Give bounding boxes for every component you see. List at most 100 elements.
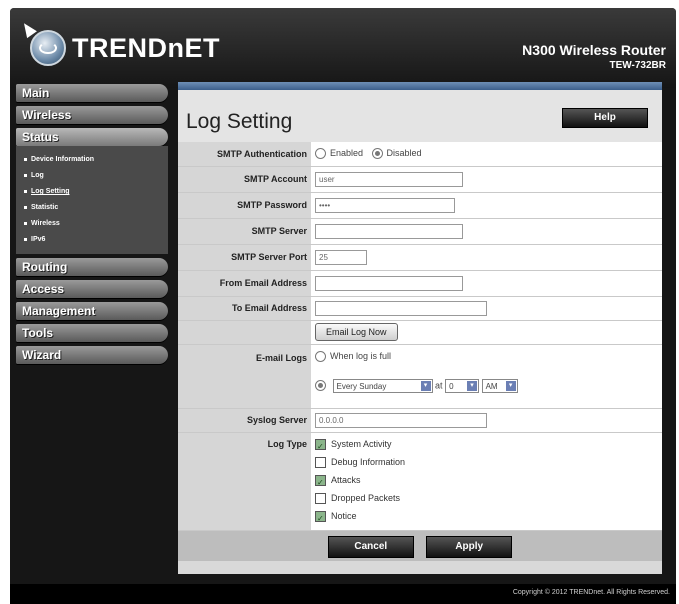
nav-management[interactable]: Management <box>16 302 168 320</box>
from-email-input[interactable] <box>315 275 463 291</box>
smtp-auth-label: SMTP Authentication <box>178 142 311 167</box>
schedule-ampm-select[interactable]: AM ▾ <box>481 378 518 393</box>
checkbox-icon[interactable] <box>315 510 326 528</box>
subnav-ipv6[interactable]: IPv6 <box>16 232 168 248</box>
smtp-account-input[interactable] <box>315 171 463 187</box>
row-log-type: Log Type System Activity Debug Informati… <box>178 432 662 531</box>
smtp-password-cell <box>311 192 662 219</box>
syslog-input[interactable] <box>315 412 487 428</box>
schedule-radio[interactable] <box>315 380 326 391</box>
nav-wizard[interactable]: Wizard <box>16 346 168 364</box>
row-from-email: From Email Address <box>178 270 662 297</box>
subnav-log[interactable]: Log <box>16 168 168 184</box>
checkbox-icon[interactable] <box>315 456 326 468</box>
nav-wireless[interactable]: Wireless <box>16 106 168 124</box>
logtype-system-activity[interactable]: System Activity <box>315 435 661 456</box>
logtype-label: Attacks <box>331 474 361 485</box>
smtp-server-cell <box>311 218 662 245</box>
from-email-label: From Email Address <box>178 270 311 297</box>
content-top-bar <box>178 82 662 90</box>
dropdown-arrow-icon: ▾ <box>505 380 516 391</box>
bullet-icon <box>24 157 27 161</box>
subnav-log-setting[interactable]: Log Setting <box>16 184 168 200</box>
schedule-hour-select[interactable]: 0 ▾ <box>445 378 480 393</box>
log-setting-form: SMTP Authentication Enabled Disabled SMT… <box>178 142 662 531</box>
footer: Copyright © 2012 TRENDnet. All Rights Re… <box>10 584 676 604</box>
row-email-logs: E-mail Logs When log is full Every Sunda… <box>178 344 662 409</box>
to-email-input[interactable] <box>315 300 487 316</box>
product-name: N300 Wireless Router <box>522 42 666 58</box>
apply-button[interactable]: Apply <box>426 535 513 558</box>
checkbox-icon[interactable] <box>315 474 326 492</box>
status-subnav: Device Information Log Log Setting Stati… <box>16 146 168 254</box>
page-title: Log Setting <box>186 110 293 133</box>
copyright-text: Copyright © 2012 TRENDnet. All Rights Re… <box>512 589 670 596</box>
smtp-auth-cell: Enabled Disabled <box>311 142 662 167</box>
logtype-label: Debug Information <box>331 456 406 467</box>
email-logs-option-schedule: Every Sunday ▾ at 0 ▾ AM ▾ <box>315 378 661 393</box>
checkbox-icon[interactable] <box>315 492 326 504</box>
syslog-label: Syslog Server <box>178 408 311 433</box>
bullet-icon <box>24 173 27 177</box>
nav-tools[interactable]: Tools <box>16 324 168 342</box>
trendnet-logo: TRENDnET <box>30 30 220 66</box>
row-smtp-password: SMTP Password <box>178 192 662 219</box>
schedule-ampm-value: AM <box>485 381 498 391</box>
checkbox-icon[interactable] <box>315 438 326 456</box>
row-to-email: To Email Address <box>178 296 662 321</box>
logtype-label: Notice <box>331 510 357 521</box>
row-smtp-auth: SMTP Authentication Enabled Disabled <box>178 142 662 167</box>
when-full-label: When log is full <box>330 350 392 361</box>
action-button-row: Cancel Apply <box>178 530 662 561</box>
email-now-spacer <box>178 320 311 345</box>
logtype-notice[interactable]: Notice <box>315 507 661 528</box>
smtp-auth-disabled-label: Disabled <box>386 148 422 159</box>
content-header: Log Setting Help <box>178 90 662 142</box>
nav-status[interactable]: Status <box>16 128 168 146</box>
smtp-port-label: SMTP Server Port <box>178 244 311 271</box>
nav-main[interactable]: Main <box>16 84 168 102</box>
schedule-hour-value: 0 <box>449 381 454 391</box>
nav-access[interactable]: Access <box>16 280 168 298</box>
row-smtp-port: SMTP Server Port <box>178 244 662 271</box>
help-button[interactable]: Help <box>562 108 648 128</box>
subnav-label: Device Information <box>31 156 95 163</box>
log-type-cell: System Activity Debug Information Attack… <box>311 432 662 531</box>
logtype-attacks[interactable]: Attacks <box>315 471 661 492</box>
email-now-cell: Email Log Now <box>311 320 662 345</box>
subnav-wireless[interactable]: Wireless <box>16 216 168 232</box>
when-full-radio[interactable] <box>315 350 326 362</box>
dropdown-arrow-icon: ▾ <box>467 380 478 391</box>
logtype-debug-information[interactable]: Debug Information <box>315 453 661 471</box>
at-label: at <box>435 379 443 390</box>
logtype-label: Dropped Packets <box>331 492 401 503</box>
bullet-icon <box>24 189 27 193</box>
smtp-password-input[interactable] <box>315 197 455 213</box>
subnav-device-information[interactable]: Device Information <box>16 152 168 168</box>
subnav-label: Log Setting <box>31 188 70 195</box>
sidebar-nav: Main Wireless Status Device Information … <box>16 84 168 368</box>
smtp-auth-disabled-radio[interactable] <box>371 148 383 160</box>
schedule-day-value: Every Sunday <box>336 381 387 391</box>
smtp-auth-enabled-radio[interactable] <box>315 148 326 160</box>
main-content: Log Setting Help SMTP Authentication Ena… <box>178 82 662 574</box>
smtp-auth-enabled-label: Enabled <box>330 148 364 159</box>
email-logs-option-full: When log is full <box>315 351 661 379</box>
log-type-label: Log Type <box>178 432 311 531</box>
cancel-button[interactable]: Cancel <box>327 535 414 558</box>
subnav-statistic[interactable]: Statistic <box>16 200 168 216</box>
logtype-label: System Activity <box>331 438 392 449</box>
subnav-label: IPv6 <box>31 236 46 243</box>
email-log-now-button[interactable]: Email Log Now <box>315 323 398 341</box>
smtp-server-input[interactable] <box>315 223 463 239</box>
smtp-server-label: SMTP Server <box>178 218 311 245</box>
subnav-label: Statistic <box>31 204 59 211</box>
smtp-account-label: SMTP Account <box>178 166 311 193</box>
nav-routing[interactable]: Routing <box>16 258 168 276</box>
schedule-day-select[interactable]: Every Sunday ▾ <box>332 378 433 393</box>
header: TRENDnET N300 Wireless Router TEW-732BR <box>10 8 676 88</box>
logtype-dropped-packets[interactable]: Dropped Packets <box>315 489 661 507</box>
product-info: N300 Wireless Router TEW-732BR <box>522 42 666 71</box>
smtp-port-input[interactable] <box>315 249 367 265</box>
to-email-label: To Email Address <box>178 296 311 321</box>
